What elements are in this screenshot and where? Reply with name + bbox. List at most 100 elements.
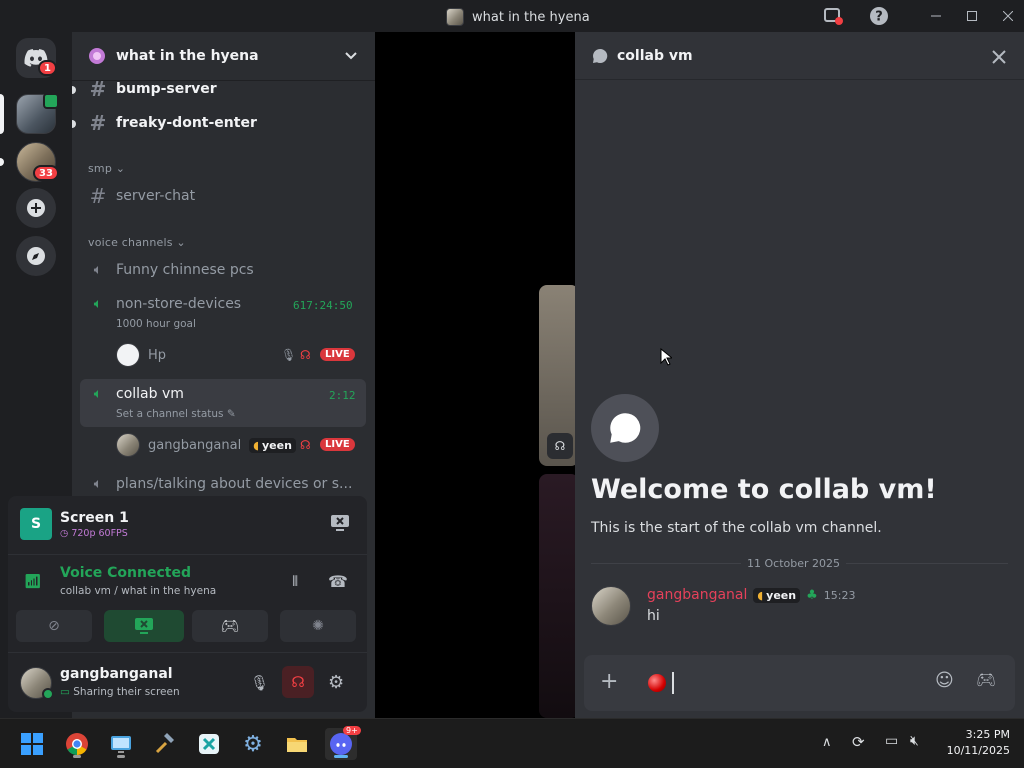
live-badge: LIVE	[320, 348, 355, 361]
inbox-icon[interactable]	[823, 6, 843, 26]
maximize-button[interactable]	[955, 0, 989, 32]
chat-bubble-icon	[610, 413, 641, 443]
chrome-app[interactable]	[61, 728, 93, 760]
message-avatar[interactable]	[591, 586, 631, 626]
avatar	[116, 433, 140, 457]
stop-stream-button[interactable]	[330, 514, 350, 532]
server-icon	[446, 8, 464, 26]
channel-status: 1000 hour goal	[116, 318, 196, 330]
live-badge: LIVE	[320, 438, 355, 451]
category-voice-channels[interactable]: voice channels ⌄	[88, 236, 186, 249]
gamepad-icon[interactable]: 🎮︎	[976, 670, 996, 689]
channel-server-chat[interactable]: # server-chat	[80, 180, 366, 212]
set-channel-status[interactable]: Set a channel status ✎	[116, 408, 236, 420]
channel-bump-server[interactable]: # bump-server	[80, 73, 366, 105]
voice-user-hp[interactable]: Hp	[116, 343, 166, 367]
speaker-active-icon: 🔈︎	[93, 296, 103, 312]
activities-button[interactable]: 🎮︎	[192, 610, 268, 642]
noise-suppression-icon[interactable]: ⦀	[292, 574, 298, 590]
soundboard-icon: ✺	[312, 618, 324, 634]
clock[interactable]: 3:25 PM 10/11/2025	[940, 727, 1010, 759]
channel-icon	[591, 394, 659, 462]
voice-channel-funny-chinnese-pcs[interactable]: 🔈︎ Funny chinnese pcs	[80, 254, 366, 286]
close-icon[interactable]	[992, 50, 1006, 64]
server-2[interactable]: 33	[16, 142, 59, 182]
stream-app-icon: S	[20, 508, 52, 540]
deafen-button[interactable]: ☊	[282, 666, 314, 698]
user-status: ▭ Sharing their screen	[60, 686, 180, 698]
channel-freaky-dont-enter[interactable]: # freaky-dont-enter	[80, 107, 366, 139]
screen-share-button[interactable]	[104, 610, 184, 642]
close-window-button[interactable]	[991, 0, 1024, 32]
mic-icon[interactable]: 🎙︎	[250, 674, 269, 692]
server-what-in-the-hyena[interactable]	[16, 93, 59, 134]
settings-gear-icon: ⚙︎	[243, 731, 263, 757]
windows-logo-icon	[21, 733, 43, 755]
welcome-title: Welcome to collab vm!	[591, 474, 937, 505]
speaker-icon: 🔈︎	[93, 262, 103, 278]
server-2-badge: 33	[33, 165, 59, 181]
clock-time: 3:25 PM	[965, 728, 1010, 741]
add-server-button[interactable]	[16, 188, 56, 228]
message-author[interactable]: gangbanganal	[647, 587, 747, 603]
svg-text:?: ?	[875, 10, 883, 25]
gamepad-icon: 🎮︎	[220, 617, 240, 635]
server-name: what in the hyena	[116, 48, 259, 64]
deafened-icon: ☊	[300, 348, 311, 362]
hash-icon: #	[89, 77, 107, 101]
discover-button[interactable]	[16, 236, 56, 276]
screen-icon: ▭	[60, 686, 70, 698]
signal-icon: 📶︎	[24, 574, 42, 590]
category-smp[interactable]: smp ⌄	[88, 162, 125, 175]
home-button[interactable]: 1	[16, 38, 57, 78]
red-ball-icon	[648, 674, 666, 692]
hash-icon: #	[89, 184, 107, 208]
settings-app[interactable]: ⚙︎	[237, 728, 269, 760]
message-header: gangbanganal ◖ yeen ♣ 15:23	[647, 587, 855, 603]
stream-tile[interactable]: ☊	[539, 285, 579, 466]
voice-channel-collab-vm[interactable]: 🔈︎ collab vm	[80, 378, 366, 410]
unread-dot	[72, 120, 76, 128]
speaker-active-icon: 🔈︎	[93, 386, 103, 402]
voice-location[interactable]: collab vm / what in the hyena	[60, 585, 216, 597]
tag-icon: ◖	[757, 588, 764, 602]
window-title: what in the hyena	[446, 8, 590, 26]
sticker-icon[interactable]: ☺︎	[935, 670, 954, 691]
voice-user-gangbanganal[interactable]: gangbanganal ◖ yeen	[116, 433, 296, 457]
headphones-icon: ☊	[291, 673, 305, 691]
username[interactable]: gangbanganal	[60, 666, 173, 682]
chevron-up-icon[interactable]: ∧	[822, 735, 832, 750]
message-composer[interactable]: + ☺︎ 🎮︎	[584, 655, 1015, 711]
mic-muted-icon: 🎙︎	[281, 348, 297, 362]
camera-off-button[interactable]: ⊘	[16, 610, 92, 642]
tool-app[interactable]	[149, 728, 181, 760]
voice-status[interactable]: Voice Connected	[60, 565, 191, 581]
chat-header: collab vm	[575, 32, 1024, 80]
soundboard-button[interactable]: ✺	[280, 610, 356, 642]
taskbar: ⚙︎ 9+ ∧ ⟳ ▭ 🔇︎ 3:25 PM 10/11/2025	[0, 718, 1024, 768]
discord-icon	[330, 733, 352, 755]
stream-area[interactable]: ☊	[375, 32, 579, 718]
x-app[interactable]	[193, 728, 225, 760]
text-cursor	[672, 672, 674, 694]
file-explorer-app[interactable]	[281, 728, 313, 760]
guild-tag: ◖ yeen	[753, 587, 801, 603]
help-icon[interactable]: ?	[869, 6, 889, 26]
minimize-button[interactable]	[919, 0, 953, 32]
x-app-icon	[199, 734, 219, 754]
volume-muted-icon[interactable]: 🔇︎	[910, 733, 919, 749]
settings-gear-icon[interactable]: ⚙︎	[328, 672, 344, 693]
discord-app[interactable]: 9+	[325, 726, 361, 760]
disconnect-icon[interactable]: ☎︎	[328, 572, 348, 591]
remote-desktop-app[interactable]	[105, 728, 137, 760]
screen-share-icon	[135, 618, 153, 634]
hash-lock-icon: #	[89, 111, 107, 135]
network-icon[interactable]: ▭	[885, 733, 898, 749]
sync-icon[interactable]: ⟳	[852, 733, 865, 751]
home-badge: 1	[38, 60, 57, 76]
add-attachment-icon[interactable]: +	[600, 669, 618, 694]
start-button[interactable]	[16, 728, 48, 760]
running-indicator	[73, 755, 81, 758]
welcome-subtitle: This is the start of the collab vm chann…	[591, 520, 882, 536]
stream-tile[interactable]	[539, 474, 579, 718]
